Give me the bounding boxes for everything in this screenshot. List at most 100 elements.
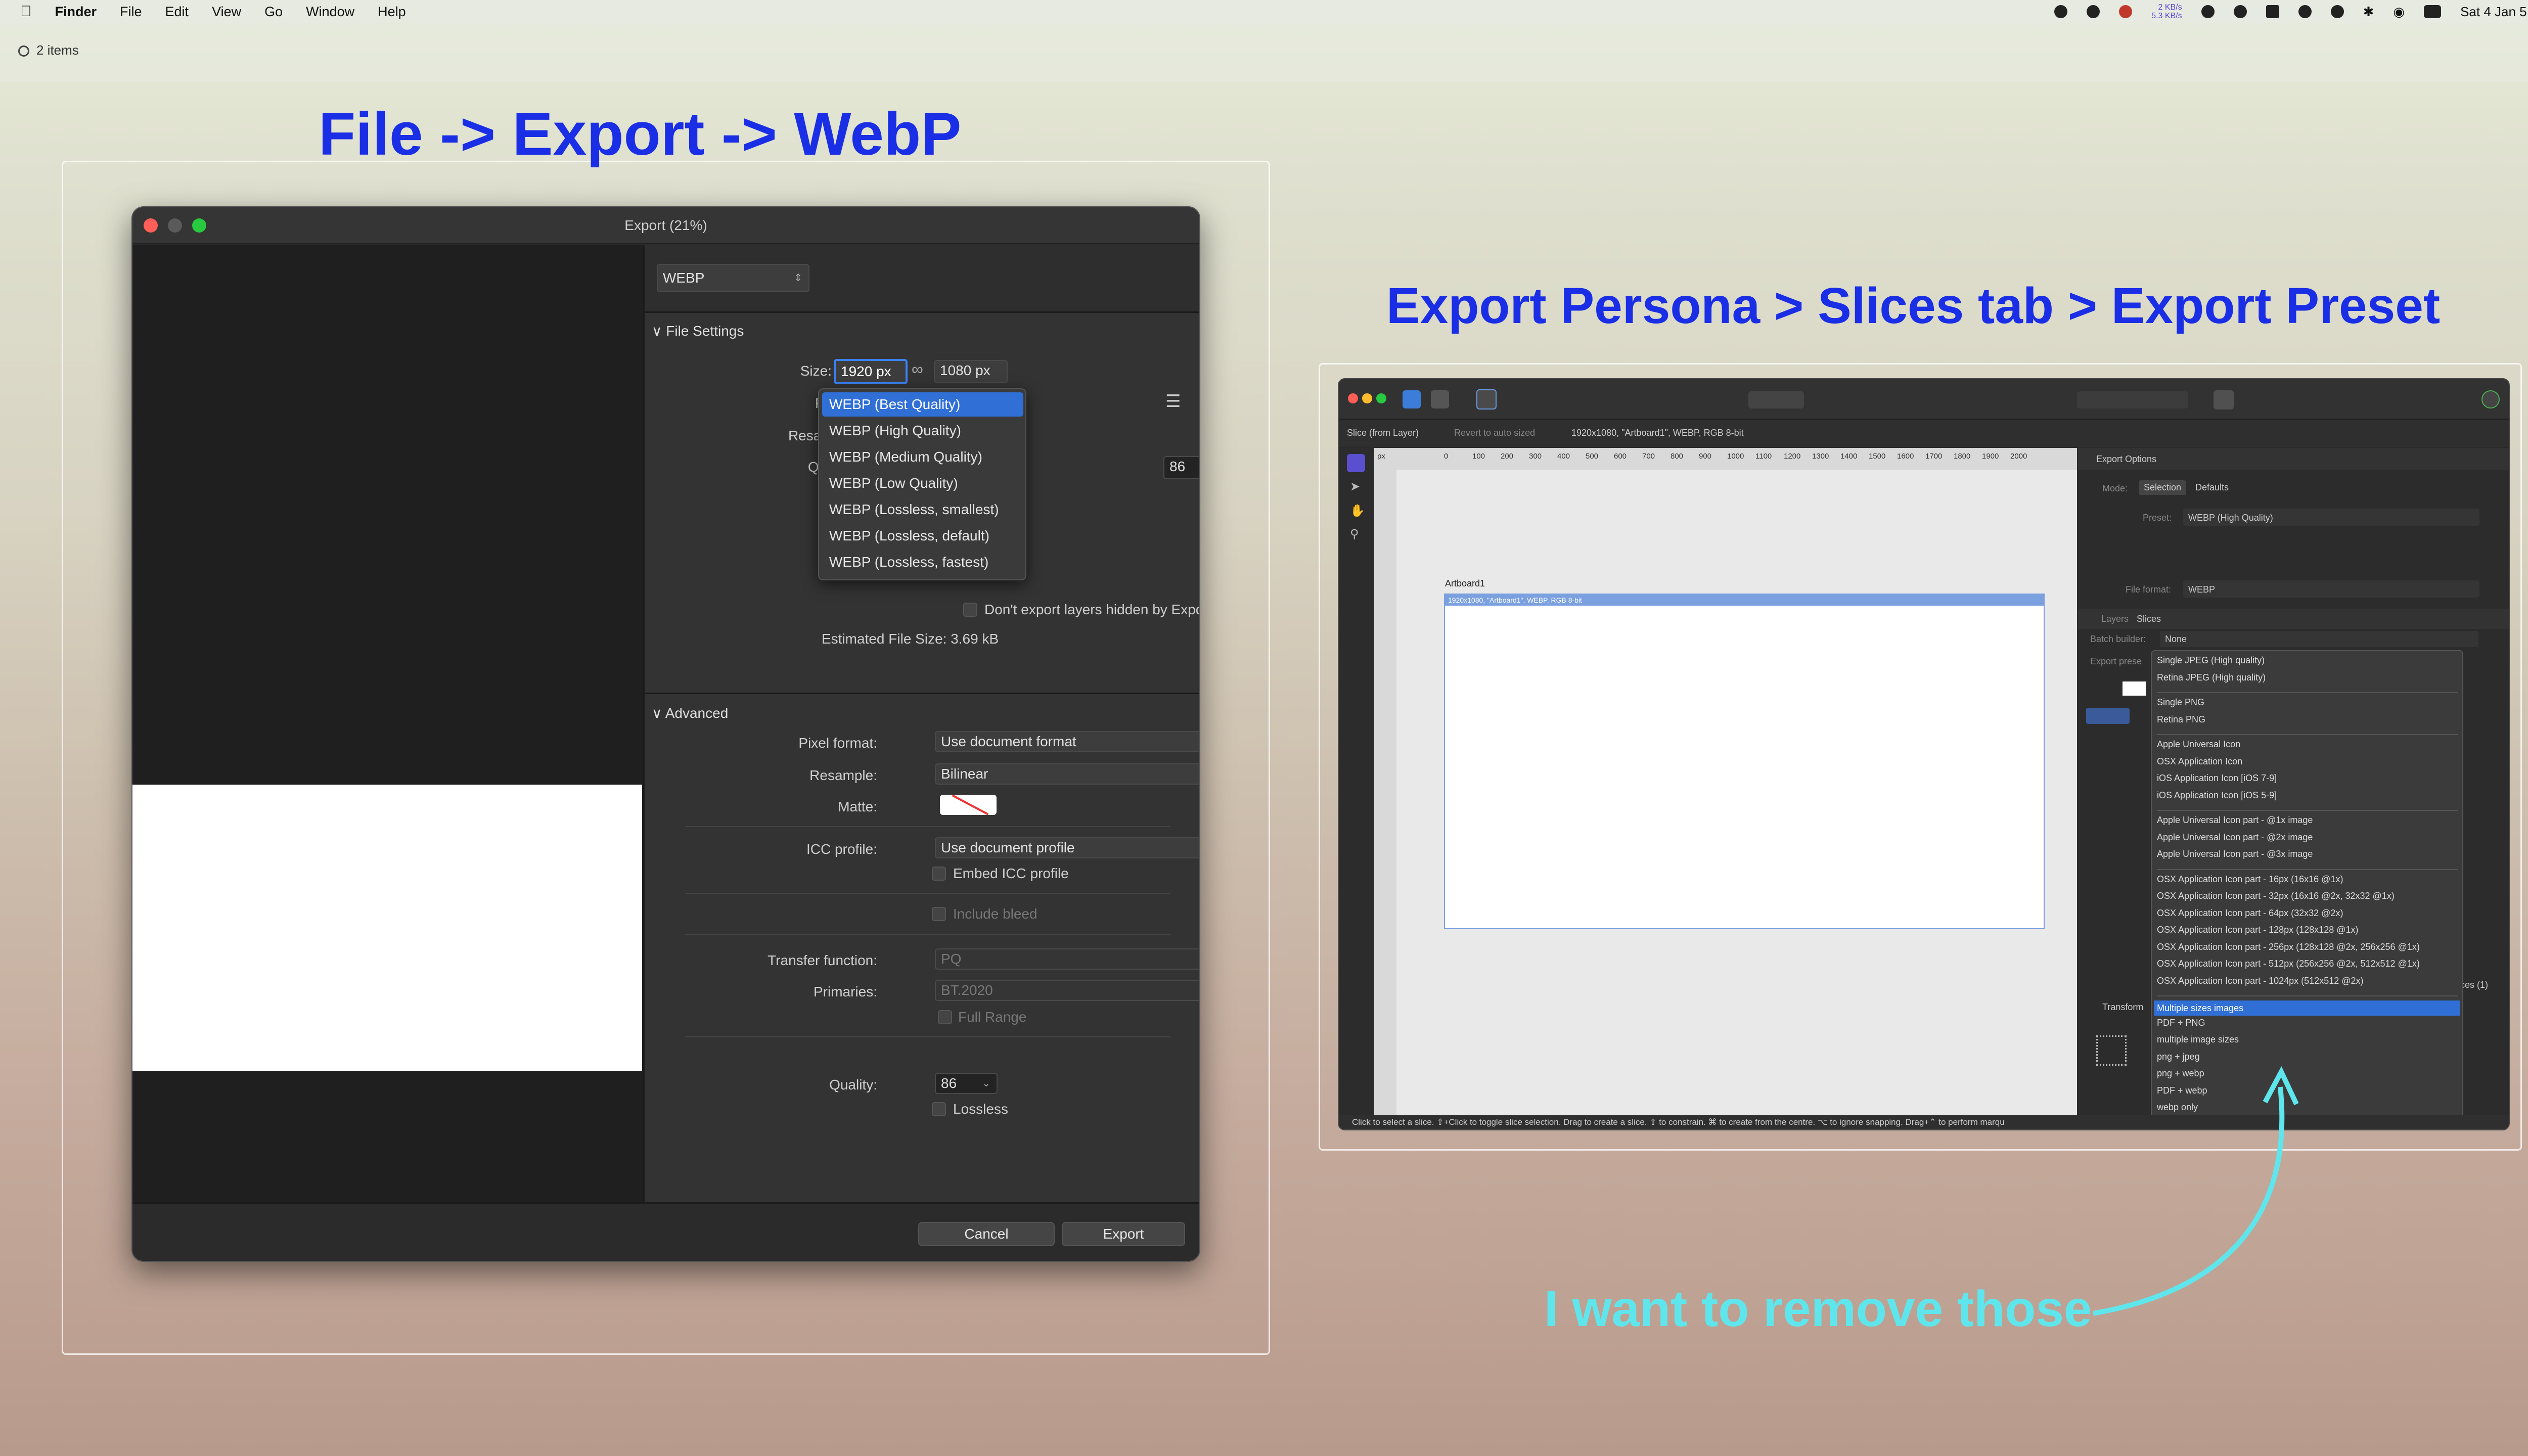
vpn-icon[interactable] bbox=[2233, 5, 2247, 18]
preset-list-item[interactable]: OSX Application Icon part - 128px (128x1… bbox=[2157, 925, 2359, 935]
persona-photo-icon[interactable] bbox=[1403, 390, 1421, 408]
icc-profile-select[interactable]: Use document profile⇕ bbox=[935, 837, 1199, 858]
toolbar-icon[interactable] bbox=[2077, 391, 2188, 408]
dont-export-hidden-checkbox[interactable] bbox=[963, 603, 977, 617]
quality-field[interactable]: 86 bbox=[1163, 456, 1199, 479]
preset-list-item[interactable]: OSX Application Icon part - 32px (16x16 … bbox=[2157, 891, 2395, 901]
preset-option[interactable]: WEBP (Best Quality) bbox=[822, 392, 1023, 417]
menu-file[interactable]: File bbox=[120, 4, 142, 20]
preset-option[interactable]: WEBP (Lossless, smallest) bbox=[822, 497, 1023, 522]
display-icon[interactable] bbox=[2266, 5, 2279, 18]
preset-menu-icon[interactable]: ☰ bbox=[1165, 391, 1181, 412]
persona-pixel-icon[interactable] bbox=[1431, 390, 1449, 408]
close-button[interactable] bbox=[144, 218, 158, 233]
preset-list-item[interactable]: multiple image sizes bbox=[2157, 1034, 2239, 1045]
cancel-button[interactable]: Cancel bbox=[918, 1222, 1055, 1246]
lossless-checkbox[interactable] bbox=[932, 1102, 946, 1116]
preset-list-item[interactable]: Apple Universal Icon part - @3x image bbox=[2157, 849, 2313, 859]
preset-list-item[interactable]: Apple Universal Icon part - @2x image bbox=[2157, 832, 2313, 843]
network-monitor[interactable]: 2 KB/s 5.3 KB/s bbox=[2151, 3, 2182, 20]
menu-edit[interactable]: Edit bbox=[165, 4, 189, 20]
control-center-icon[interactable] bbox=[2424, 5, 2442, 18]
embed-icc-checkbox[interactable] bbox=[932, 867, 946, 881]
clock-icon[interactable] bbox=[2298, 5, 2312, 18]
matte-swatch[interactable] bbox=[940, 795, 997, 815]
preset-list-item[interactable]: PDF + PNG bbox=[2157, 1018, 2205, 1028]
zoom-tool-icon[interactable]: ⚲ bbox=[1350, 527, 1359, 541]
artboard[interactable]: 1920x1080, "Artboard1", WEBP, RGB 8-bit bbox=[1444, 594, 2045, 929]
preset-option[interactable]: WEBP (Lossless, fastest) bbox=[822, 550, 1023, 574]
tab-layers[interactable]: Layers bbox=[2101, 614, 2129, 624]
persona-export-icon[interactable] bbox=[1476, 389, 1497, 410]
mode-defaults-tab[interactable]: Defaults bbox=[2195, 482, 2229, 493]
select-tool-icon[interactable]: ➤ bbox=[1350, 479, 1360, 494]
toolbar-icon[interactable] bbox=[2214, 390, 2234, 410]
width-field[interactable]: 1920 px bbox=[834, 359, 908, 384]
apple-icon[interactable]:  bbox=[20, 3, 32, 20]
dropbox-icon[interactable] bbox=[2119, 5, 2133, 18]
preset-list-item[interactable]: Single PNG bbox=[2157, 697, 2204, 708]
export-button[interactable]: Export bbox=[1062, 1222, 1185, 1246]
zoom-button[interactable] bbox=[1376, 393, 1386, 403]
preset-list-item[interactable]: OSX Application Icon part - 256px (128x1… bbox=[2157, 942, 2420, 952]
pixel-format-select[interactable]: Use document format⇕ bbox=[935, 731, 1199, 752]
preset-option[interactable]: WEBP (Medium Quality) bbox=[822, 445, 1023, 469]
preset-list-item[interactable]: Single JPEG (High quality) bbox=[2157, 655, 2265, 666]
menu-window[interactable]: Window bbox=[306, 4, 354, 20]
preset-list-item[interactable]: Apple Universal Icon part - @1x image bbox=[2157, 815, 2313, 826]
menubar-datetime[interactable]: Sat 4 Jan 5:54 PM bbox=[2460, 4, 2528, 20]
preset-option[interactable]: WEBP (Lossless, default) bbox=[822, 524, 1023, 548]
slice-tool-icon[interactable] bbox=[1347, 454, 1365, 472]
format-select[interactable]: WEBP ⇕ bbox=[657, 264, 809, 292]
preset-list-item[interactable]: Retina PNG bbox=[2157, 714, 2205, 725]
hand-tool-icon[interactable]: ✋ bbox=[1350, 504, 1365, 518]
full-range-checkbox[interactable] bbox=[938, 1010, 952, 1024]
mode-selection-tab[interactable]: Selection bbox=[2139, 480, 2187, 495]
menu-go[interactable]: Go bbox=[264, 4, 283, 20]
batch-select[interactable] bbox=[2160, 631, 2478, 647]
preset-list-item[interactable]: Multiple sizes images bbox=[2154, 1000, 2460, 1016]
close-button[interactable] bbox=[1348, 393, 1358, 403]
preset-list-item[interactable]: OSX Application Icon part - 512px (256x2… bbox=[2157, 959, 2420, 969]
menu-view[interactable]: View bbox=[212, 4, 241, 20]
preset-list-item[interactable]: OSX Application Icon bbox=[2157, 756, 2242, 767]
transfer-function-select[interactable]: PQ⇕ bbox=[935, 948, 1199, 970]
context-revert[interactable]: Revert to auto sized bbox=[1454, 428, 1535, 438]
slice-row-selected[interactable] bbox=[2086, 708, 2130, 724]
bluetooth-icon[interactable]: ✱ bbox=[2363, 4, 2374, 20]
quality2-combobox[interactable]: 86 ⌄ bbox=[935, 1073, 998, 1094]
preset-list-item[interactable]: iOS Application Icon [iOS 5-9] bbox=[2157, 790, 2277, 801]
ruler-tick: 1100 bbox=[1755, 452, 1772, 461]
check-icon[interactable] bbox=[2201, 5, 2215, 18]
tab-slices[interactable]: Slices bbox=[2137, 614, 2161, 624]
menu-extra-icon[interactable] bbox=[2054, 5, 2068, 18]
preset-list-item[interactable]: OSX Application Icon part - 1024px (512x… bbox=[2157, 976, 2364, 986]
close-circle-icon[interactable] bbox=[18, 46, 29, 57]
quality2-value: 86 bbox=[941, 1075, 957, 1091]
preset-list-item[interactable]: Apple Universal Icon bbox=[2157, 739, 2240, 750]
play-icon[interactable] bbox=[2330, 5, 2344, 18]
menu-app-finder[interactable]: Finder bbox=[55, 4, 97, 20]
minimize-button[interactable] bbox=[168, 218, 182, 233]
user-icon[interactable] bbox=[2481, 390, 2500, 408]
resample-select[interactable]: Bilinear⇕ bbox=[935, 763, 1199, 785]
link-icon[interactable]: ∞ bbox=[912, 360, 923, 379]
preset-list-item[interactable]: Retina JPEG (High quality) bbox=[2157, 672, 2266, 683]
preset-option[interactable]: WEBP (High Quality) bbox=[822, 419, 1023, 443]
wifi-icon[interactable]: ◉ bbox=[2393, 4, 2405, 20]
preset-list-item[interactable]: OSX Application Icon part - 64px (32x32 … bbox=[2157, 908, 2343, 919]
user-icon[interactable] bbox=[2087, 5, 2100, 18]
height-field[interactable]: 1080 px bbox=[934, 360, 1008, 383]
preset-list-item[interactable]: OSX Application Icon part - 16px (16x16 … bbox=[2157, 874, 2343, 885]
primaries-select[interactable]: BT.2020⇕ bbox=[935, 980, 1199, 1001]
file-format-select[interactable] bbox=[2183, 580, 2479, 598]
file-settings-header[interactable]: ∨ File Settings bbox=[652, 323, 744, 339]
include-bleed-checkbox[interactable] bbox=[932, 907, 946, 921]
advanced-header[interactable]: ∨ Advanced bbox=[652, 705, 728, 721]
toolbar-icon[interactable] bbox=[1748, 391, 1804, 408]
zoom-button[interactable] bbox=[192, 218, 206, 233]
preset-list-item[interactable]: iOS Application Icon [iOS 7-9] bbox=[2157, 773, 2277, 784]
menu-help[interactable]: Help bbox=[378, 4, 406, 20]
minimize-button[interactable] bbox=[1362, 393, 1372, 403]
preset-option[interactable]: WEBP (Low Quality) bbox=[822, 471, 1023, 495]
